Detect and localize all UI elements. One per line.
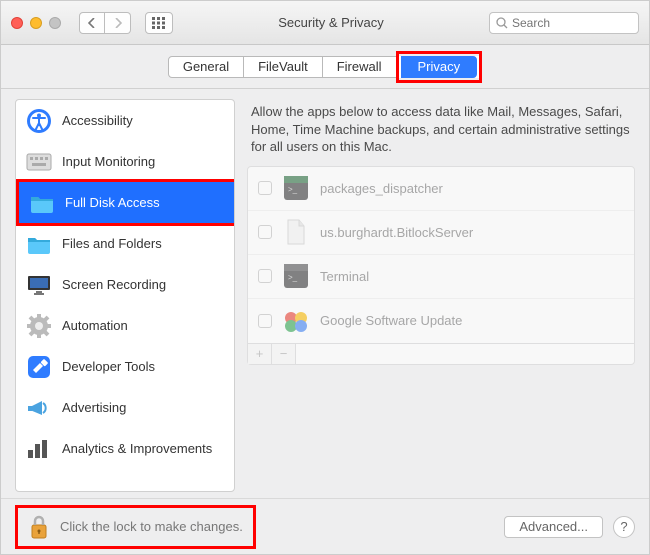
- app-row[interactable]: us.burghardt.BitlockServer: [248, 211, 634, 255]
- document-icon: [282, 218, 310, 246]
- terminal-icon: >_: [282, 262, 310, 290]
- megaphone-icon: [26, 395, 52, 421]
- sidebar-item-full-disk-access[interactable]: Full Disk Access: [19, 182, 234, 223]
- app-label: us.burghardt.BitlockServer: [320, 225, 473, 240]
- question-icon: ?: [620, 519, 627, 534]
- app-checkbox[interactable]: [258, 181, 272, 195]
- tab-privacy[interactable]: Privacy: [401, 56, 478, 78]
- sidebar-item-accessibility[interactable]: Accessibility: [16, 100, 234, 141]
- tab-label: Privacy: [418, 59, 461, 74]
- sidebar-item-label: Developer Tools: [62, 359, 155, 374]
- show-all-button[interactable]: [145, 12, 173, 34]
- hammer-icon: [26, 354, 52, 380]
- svg-text:>_: >_: [288, 273, 298, 282]
- content-area: Accessibility Input Monitoring Full Disk…: [1, 89, 649, 498]
- sidebar-item-label: Files and Folders: [62, 236, 162, 251]
- sidebar-item-label: Input Monitoring: [62, 154, 155, 169]
- nav-buttons: [79, 12, 131, 34]
- tab-label: Firewall: [337, 59, 382, 74]
- lock-icon[interactable]: [28, 514, 50, 540]
- folder-icon: [29, 190, 55, 216]
- remove-app-button[interactable]: −: [272, 344, 296, 364]
- sidebar-item-input-monitoring[interactable]: Input Monitoring: [16, 141, 234, 182]
- app-label: Terminal: [320, 269, 369, 284]
- sidebar-item-advertising[interactable]: Advertising: [16, 387, 234, 428]
- gear-icon: [26, 313, 52, 339]
- accessibility-icon: [26, 108, 52, 134]
- app-row[interactable]: >_ Terminal: [248, 255, 634, 299]
- tab-group: General FileVault Firewall Privacy: [168, 56, 482, 78]
- search-field[interactable]: [489, 12, 639, 34]
- add-remove-bar: + −: [248, 343, 634, 364]
- sidebar-item-label: Accessibility: [62, 113, 133, 128]
- minimize-window-button[interactable]: [30, 17, 42, 29]
- sidebar-item-label: Full Disk Access: [65, 195, 160, 210]
- window-controls: [11, 17, 61, 29]
- add-app-button[interactable]: +: [248, 344, 272, 364]
- sidebar-item-label: Advertising: [62, 400, 126, 415]
- sidebar-item-label: Analytics & Improvements: [62, 441, 212, 456]
- help-button[interactable]: ?: [613, 516, 635, 538]
- app-list[interactable]: >_ packages_dispatcher us.burghardt.Bitl…: [248, 167, 634, 343]
- forward-button[interactable]: [105, 12, 131, 34]
- sidebar-item-analytics[interactable]: Analytics & Improvements: [16, 428, 234, 469]
- app-row[interactable]: Google Software Update: [248, 299, 634, 343]
- display-icon: [26, 272, 52, 298]
- button-label: Advanced...: [519, 519, 588, 534]
- tab-privacy-highlight: Privacy: [396, 56, 483, 78]
- svg-text:>_: >_: [288, 185, 298, 194]
- lock-highlight: Click the lock to make changes.: [15, 505, 256, 549]
- zoom-window-button[interactable]: [49, 17, 61, 29]
- tab-label: General: [183, 59, 229, 74]
- titlebar: Security & Privacy: [1, 1, 649, 45]
- plus-icon: +: [256, 346, 264, 361]
- keyboard-icon: [26, 149, 52, 175]
- app-list-box: >_ packages_dispatcher us.burghardt.Bitl…: [247, 166, 635, 365]
- sidebar-item-label: Screen Recording: [62, 277, 166, 292]
- google-update-icon: [282, 307, 310, 335]
- footer: Click the lock to make changes. Advanced…: [1, 498, 649, 554]
- tab-filevault[interactable]: FileVault: [244, 56, 323, 78]
- tab-firewall[interactable]: Firewall: [323, 56, 396, 78]
- full-disk-highlight: Full Disk Access: [16, 179, 235, 226]
- app-label: Google Software Update: [320, 313, 462, 328]
- app-checkbox[interactable]: [258, 314, 272, 328]
- lock-text: Click the lock to make changes.: [60, 519, 243, 534]
- tab-label: FileVault: [258, 59, 308, 74]
- privacy-category-list[interactable]: Accessibility Input Monitoring Full Disk…: [15, 99, 235, 492]
- sidebar-item-developer-tools[interactable]: Developer Tools: [16, 346, 234, 387]
- tab-general[interactable]: General: [168, 56, 244, 78]
- advanced-button[interactable]: Advanced...: [504, 516, 603, 538]
- chevron-right-icon: [114, 18, 122, 28]
- close-window-button[interactable]: [11, 17, 23, 29]
- sidebar-item-files-folders[interactable]: Files and Folders: [16, 223, 234, 264]
- app-checkbox[interactable]: [258, 225, 272, 239]
- tabbar: General FileVault Firewall Privacy: [1, 45, 649, 89]
- back-button[interactable]: [79, 12, 105, 34]
- chevron-left-icon: [88, 18, 96, 28]
- app-label: packages_dispatcher: [320, 181, 443, 196]
- terminal-icon: >_: [282, 174, 310, 202]
- window-title: Security & Privacy: [183, 15, 479, 30]
- sidebar-item-automation[interactable]: Automation: [16, 305, 234, 346]
- description-text: Allow the apps below to access data like…: [247, 99, 635, 166]
- folder-icon: [26, 231, 52, 257]
- search-icon: [496, 17, 508, 29]
- search-input[interactable]: [512, 16, 632, 30]
- app-row[interactable]: >_ packages_dispatcher: [248, 167, 634, 211]
- minus-icon: −: [280, 346, 288, 361]
- bar-chart-icon: [26, 436, 52, 462]
- sidebar-item-screen-recording[interactable]: Screen Recording: [16, 264, 234, 305]
- app-checkbox[interactable]: [258, 269, 272, 283]
- sidebar-item-label: Automation: [62, 318, 128, 333]
- grid-icon: [152, 17, 166, 29]
